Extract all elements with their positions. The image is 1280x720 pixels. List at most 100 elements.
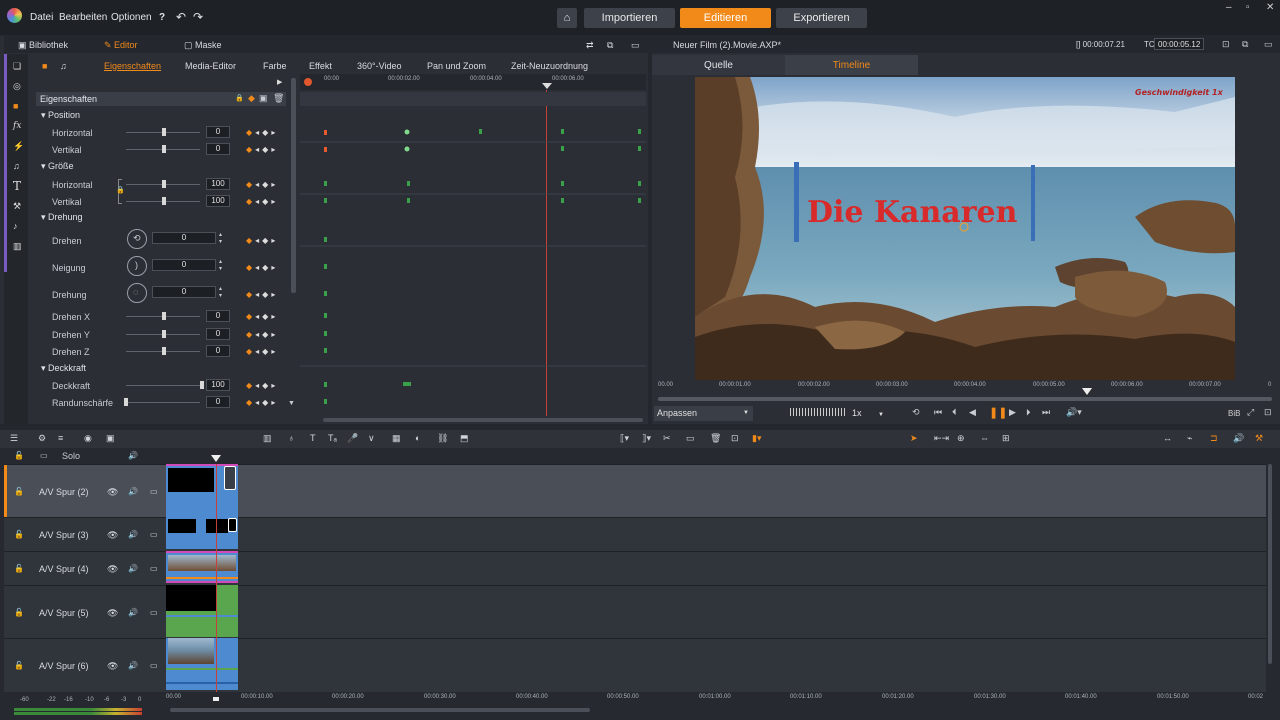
- home-button[interactable]: ⌂: [557, 8, 577, 28]
- close-icon[interactable]: ✕: [1266, 2, 1274, 13]
- clip-track3[interactable]: [166, 517, 238, 549]
- eye-icon[interactable]: 👁: [107, 564, 118, 575]
- keyframe-icon[interactable]: ◆: [262, 145, 271, 154]
- align-icon[interactable]: ≡: [58, 433, 63, 443]
- text-tool-icon[interactable]: Tₐ: [328, 433, 337, 443]
- tab-timeline[interactable]: Timeline: [785, 55, 918, 75]
- tab-maske[interactable]: ▢ Maske: [184, 40, 222, 51]
- maximize-icon[interactable]: ▫: [1246, 2, 1250, 13]
- clip-track6[interactable]: [166, 638, 238, 690]
- keyframe-nav-controls[interactable]: ◆◂◆▸: [246, 398, 278, 407]
- keyframe-icon[interactable]: ◆: [262, 197, 271, 206]
- track-monitor-icon[interactable]: ▭: [150, 608, 158, 617]
- neigung-value[interactable]: 0: [152, 259, 216, 271]
- keyframe-icon[interactable]: ◆: [262, 330, 271, 339]
- fx-category-icon[interactable]: fx: [13, 121, 21, 131]
- go-end-icon[interactable]: ⏭: [1042, 407, 1050, 418]
- next-keyframe-icon[interactable]: ▸: [271, 381, 278, 390]
- next-keyframe-icon[interactable]: ▸: [271, 263, 278, 272]
- collapse-arrow-icon[interactable]: ▶: [277, 78, 282, 86]
- keyframe-hscrollbar[interactable]: [323, 418, 643, 422]
- size-v-slider[interactable]: [126, 197, 200, 205]
- pause-button[interactable]: ❚❚: [989, 406, 1007, 419]
- size-h-slider[interactable]: [126, 180, 200, 188]
- track-audio-icon[interactable]: 🔊: [128, 661, 138, 670]
- pos-v-slider[interactable]: [126, 145, 200, 153]
- track-lock-icon[interactable]: 🔓: [14, 608, 24, 617]
- subtab-effekt[interactable]: Effekt: [309, 61, 332, 71]
- photo-category-icon[interactable]: ❏: [13, 61, 21, 72]
- subtab-pan-und-zoom[interactable]: Pan und Zoom: [427, 61, 486, 71]
- drehung-dial[interactable]: ◌: [127, 283, 147, 303]
- step-forward-icon[interactable]: ▶: [1009, 407, 1016, 418]
- deck-slider[interactable]: [126, 381, 204, 389]
- marker-in-icon[interactable]: ⟦▾: [620, 433, 629, 444]
- size-h-value[interactable]: 100: [206, 178, 230, 190]
- fit-dropdown[interactable]: Anpassen ▼: [654, 406, 753, 421]
- keyframe-icon[interactable]: ◆: [262, 381, 271, 390]
- lock-icon[interactable]: 🔒: [235, 94, 244, 102]
- timeline-playhead-marker[interactable]: [211, 455, 221, 462]
- pos-h-value[interactable]: 0: [206, 126, 230, 138]
- scroll-down-icon[interactable]: ▼: [288, 400, 295, 407]
- volume-key-icon[interactable]: ♁: [288, 433, 295, 443]
- drehung-value[interactable]: 0: [152, 286, 216, 298]
- keyframe-diamond-icon[interactable]: ◆: [248, 93, 255, 104]
- trim-icon[interactable]: ▭: [686, 433, 695, 444]
- rand-slider[interactable]: [124, 398, 200, 406]
- timeline-hscrollbar[interactable]: [170, 708, 590, 712]
- volume-icon[interactable]: 🔊▾: [1066, 407, 1082, 418]
- tab-bibliothek[interactable]: ▣ Bibliothek: [18, 40, 68, 51]
- mode-editieren-button[interactable]: Editieren: [680, 8, 771, 28]
- add-keyframe-icon[interactable]: ◆: [246, 312, 255, 321]
- keyframe-nav-controls[interactable]: ◆◂◆▸: [246, 180, 278, 189]
- keyframe-icon[interactable]: ◆: [262, 347, 271, 356]
- next-keyframe-icon[interactable]: ▸: [271, 145, 278, 154]
- drehen-value[interactable]: 0: [152, 232, 216, 244]
- ripple-mode-icon[interactable]: ⚒: [1255, 433, 1263, 444]
- timeline-ruler[interactable]: 00.00 00:00:10.00 00:00:20.00 00:00:30.0…: [166, 692, 1266, 706]
- folder-category-icon[interactable]: ■: [13, 101, 18, 111]
- pin-icon[interactable]: ⇄: [586, 40, 594, 51]
- add-keyframe-icon[interactable]: ◆: [246, 381, 255, 390]
- group-drehung[interactable]: ▾ Drehung: [41, 212, 83, 223]
- razor-icon[interactable]: ✂: [663, 433, 671, 444]
- aspect-lock-icon[interactable]: 🔒: [116, 186, 125, 194]
- scrub-bar[interactable]: [658, 397, 1272, 401]
- drehen-dial[interactable]: ⟲: [127, 229, 147, 249]
- clip-handle-icon[interactable]: [224, 466, 236, 490]
- slip-icon[interactable]: ⊕: [957, 433, 965, 444]
- next-keyframe-icon[interactable]: ▸: [271, 197, 278, 206]
- player-layout-icon[interactable]: ▭: [1264, 39, 1273, 50]
- track-name[interactable]: A/V Spur (4): [39, 564, 89, 574]
- subtab-eigenschaften[interactable]: Eigenschaften: [104, 61, 161, 71]
- go-start-icon[interactable]: ⏮: [934, 407, 942, 418]
- size-v-value[interactable]: 100: [206, 195, 230, 207]
- track-lock-icon[interactable]: 🔓: [14, 564, 24, 573]
- group-deckkraft[interactable]: ▾ Deckkraft: [41, 363, 86, 374]
- clip-track4[interactable]: [166, 551, 238, 583]
- image-icon[interactable]: ▣: [259, 93, 268, 104]
- zoom-fit-icon[interactable]: ↔: [1163, 433, 1172, 443]
- mic-icon[interactable]: 🎤: [347, 433, 358, 444]
- solo-label[interactable]: Solo: [62, 451, 80, 461]
- grid-icon[interactable]: ▦: [392, 433, 401, 444]
- marker-out-icon[interactable]: ⟧▾: [642, 433, 651, 444]
- keyframe-icon[interactable]: ◆: [262, 180, 271, 189]
- keyframe-icon[interactable]: ◆: [262, 290, 271, 299]
- timeline-playhead[interactable]: [216, 464, 217, 692]
- timeline-vscrollbar[interactable]: [1268, 464, 1272, 664]
- track-monitor-icon[interactable]: ▭: [150, 661, 158, 670]
- minimize-icon[interactable]: –: [1226, 2, 1232, 13]
- add-keyframe-icon[interactable]: ◆: [246, 263, 255, 272]
- keyframe-nav-controls[interactable]: ◆◂◆▸: [246, 263, 278, 272]
- title-tool-icon[interactable]: T: [310, 433, 316, 443]
- group-groesse[interactable]: ▾ Größe: [41, 161, 74, 172]
- tool-category-icon[interactable]: ⚒: [13, 201, 21, 212]
- subtab-zeit-neuzuordnung[interactable]: Zeit-Neuzuordnung: [511, 61, 588, 71]
- track-audio-icon[interactable]: 🔊: [128, 564, 138, 573]
- settings-icon[interactable]: ⚙: [38, 433, 46, 444]
- title-category-icon[interactable]: T: [13, 179, 21, 193]
- snap-icon[interactable]: ⊐: [1210, 433, 1218, 444]
- fullscreen-icon[interactable]: ⊡: [1222, 39, 1230, 50]
